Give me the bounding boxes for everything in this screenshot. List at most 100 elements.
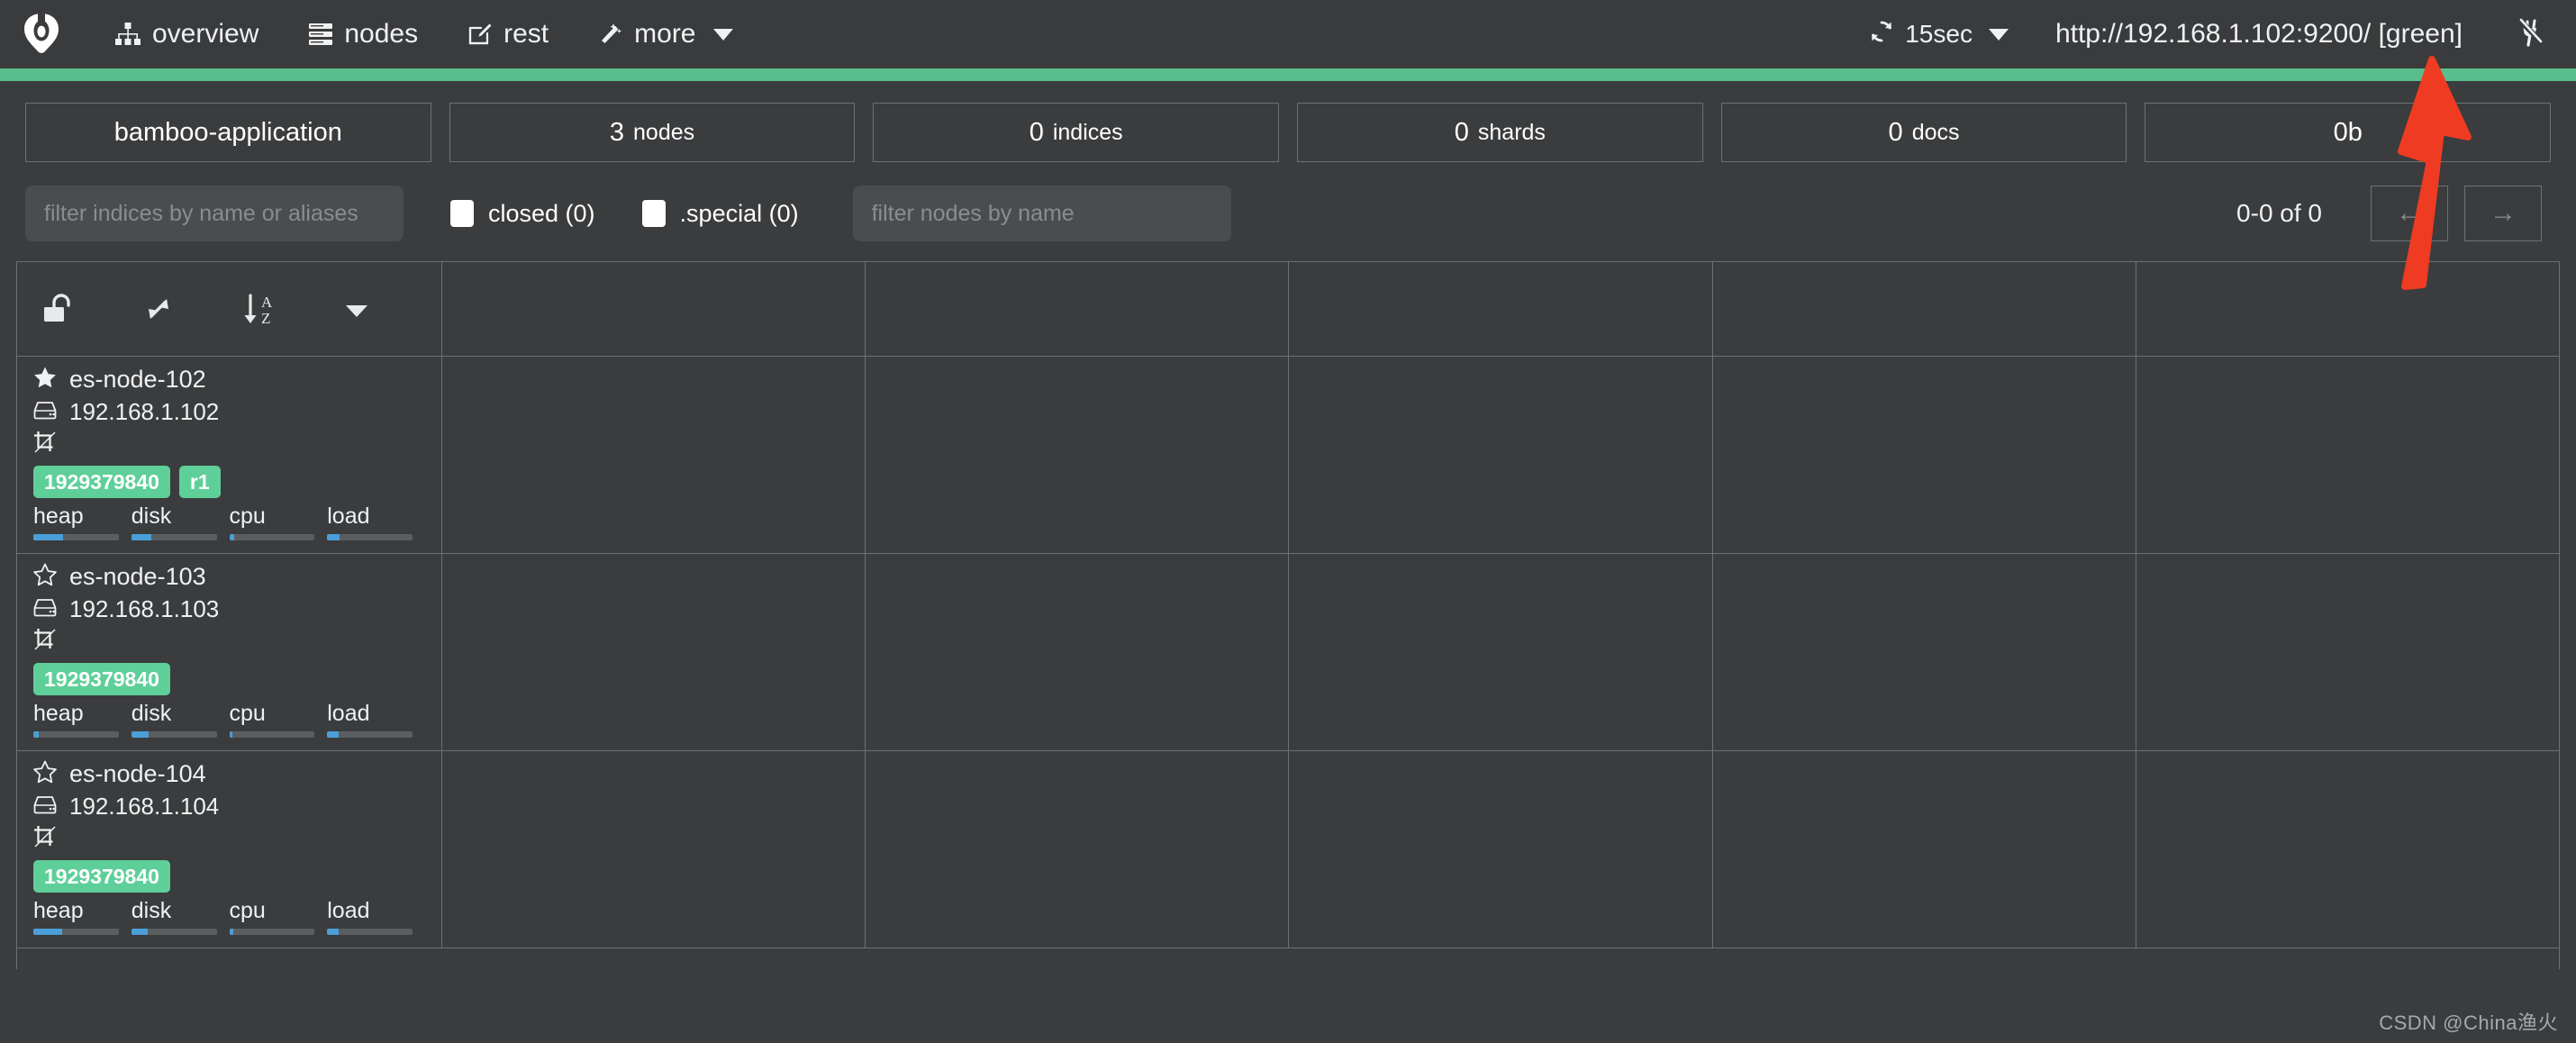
node-metric-label: load: [327, 503, 370, 530]
checkbox-closed-box[interactable]: [450, 200, 474, 227]
node-card[interactable]: es-node-102 192.168.1.102 1929379840 r1 heap…: [17, 357, 441, 541]
table-header-cell: [442, 262, 866, 356]
table-header-row: A Z: [17, 262, 2559, 357]
node-metric: cpu: [229, 503, 328, 541]
node-role-line: [33, 628, 425, 656]
stat-value: 0: [1029, 117, 1044, 147]
stat-value: bamboo-application: [113, 117, 342, 147]
table-header-cell: [1289, 262, 1713, 356]
table-header-cell: [866, 262, 1290, 356]
disconnect-button[interactable]: [2493, 10, 2553, 59]
node-metric: disk: [131, 701, 230, 739]
cluster-table: A Z es-node-102 192.168.1.102 1929379840…: [16, 261, 2560, 969]
filter-nodes-wrap: [852, 186, 1231, 241]
node-badge: 1929379840: [33, 663, 170, 696]
stat-unit: docs: [1911, 119, 1960, 145]
node-empty-cell: [442, 554, 866, 750]
hdd-icon: [33, 597, 57, 621]
node-metric-bar: [327, 929, 413, 936]
node-name: es-node-103: [69, 563, 206, 590]
node-empty-cell: [2136, 554, 2559, 750]
node-metric-bar: [327, 534, 413, 541]
node-badges: 1929379840 r1: [33, 466, 425, 499]
node-metric-bar: [229, 731, 315, 739]
checkbox-special-box[interactable]: [641, 200, 666, 227]
node-badges: 1929379840: [33, 860, 425, 893]
node-metric-bar: [131, 731, 217, 739]
node-name-line: es-node-102: [33, 366, 425, 394]
node-metric-label: disk: [131, 503, 172, 530]
table-row: es-node-104 192.168.1.104 1929379840 heap di…: [17, 751, 2559, 948]
node-card[interactable]: es-node-103 192.168.1.103 1929379840 heap di…: [17, 554, 441, 739]
node-name: es-node-102: [69, 366, 206, 393]
stat-card-indices: 0 indices: [873, 103, 1280, 162]
node-name-line: es-node-104: [33, 760, 425, 788]
node-metric-label: disk: [131, 701, 172, 727]
stat-card-cluster-name: bamboo-application: [25, 103, 431, 162]
node-metrics: heap disk cpu load: [33, 503, 425, 541]
nav-item-nodes[interactable]: nodes: [284, 10, 443, 59]
nav-item-rest[interactable]: rest: [443, 10, 574, 59]
edit-square-icon: [468, 23, 492, 46]
filter-nodes-input[interactable]: [852, 186, 1231, 241]
nav-label-rest: rest: [503, 19, 549, 49]
node-empty-cell: [1289, 357, 1713, 553]
node-card[interactable]: es-node-104 192.168.1.104 1929379840 heap di…: [17, 751, 441, 936]
node-ip: 192.168.1.102: [69, 398, 220, 425]
svg-text:Z: Z: [261, 310, 270, 327]
caret-down-icon[interactable]: [341, 294, 441, 324]
node-empty-cell: [866, 751, 1290, 948]
plug-icon: [2517, 17, 2547, 52]
node-metric-label: heap: [33, 898, 84, 924]
unlock-icon[interactable]: [41, 291, 141, 327]
node-card-cell: es-node-102 192.168.1.102 1929379840 r1 heap…: [17, 357, 442, 553]
node-metric: disk: [131, 898, 230, 936]
star-filled-icon[interactable]: [33, 366, 57, 394]
node-empty-cell: [442, 357, 866, 553]
nav-label-nodes: nodes: [344, 19, 419, 49]
refresh-interval-selector[interactable]: 15sec: [1853, 12, 2025, 58]
table-header-cell: [2136, 262, 2559, 356]
node-metric-bar: [131, 534, 217, 541]
nav-label-more: more: [634, 19, 696, 49]
node-empty-cell: [2136, 751, 2559, 948]
stat-card-docs: 0 docs: [1720, 103, 2127, 162]
stat-card-shards: 0 shards: [1297, 103, 1703, 162]
stat-unit: nodes: [633, 119, 695, 145]
checkbox-special[interactable]: .special (0): [641, 200, 799, 228]
pagination-prev-button[interactable]: ←: [2371, 186, 2448, 241]
server-icon: [309, 23, 333, 46]
hdd-icon: [33, 400, 57, 424]
cluster-stats-row: bamboo-application 3 nodes 0 indices 0 s…: [0, 81, 2576, 162]
node-metric: load: [327, 898, 425, 936]
filter-indices-input[interactable]: [25, 186, 404, 241]
node-metric: disk: [131, 503, 230, 541]
node-card-cell: es-node-103 192.168.1.103 1929379840 heap di…: [17, 554, 442, 750]
cerebro-logo-icon[interactable]: [16, 9, 67, 59]
chevron-down-icon: [1988, 28, 2009, 41]
table-row: es-node-103 192.168.1.103 1929379840 heap di…: [17, 554, 2559, 751]
expand-arrows-icon[interactable]: [141, 291, 240, 327]
pagination: 0-0 of 0 ← →: [2236, 186, 2551, 241]
nav-item-overview[interactable]: overview: [90, 10, 284, 59]
node-metric-bar: [327, 731, 413, 739]
cluster-health-bar: [0, 68, 2576, 81]
sort-alpha-down-icon[interactable]: A Z: [241, 291, 341, 327]
node-metric-bar: [229, 534, 315, 541]
star-outline-icon[interactable]: [33, 563, 57, 591]
node-badge: 1929379840: [33, 860, 170, 893]
hdd-icon: [33, 794, 57, 819]
table-toolbar: A Z: [17, 262, 441, 356]
checkbox-closed[interactable]: closed (0): [450, 200, 595, 228]
node-metric-label: cpu: [229, 701, 266, 727]
crop-slash-icon: [33, 628, 57, 656]
cluster-url-status[interactable]: http://192.168.1.102:9200/ [green]: [2025, 12, 2493, 57]
stat-value: 0: [1454, 117, 1469, 147]
crop-slash-icon: [33, 825, 57, 853]
table-row: es-node-102 192.168.1.102 1929379840 r1 heap…: [17, 357, 2559, 554]
pagination-next-button[interactable]: →: [2464, 186, 2542, 241]
nav-item-more[interactable]: more: [574, 10, 757, 59]
star-outline-icon[interactable]: [33, 760, 57, 788]
stat-value: 0: [1888, 117, 1903, 147]
stat-card-store-size: 0b: [2145, 103, 2552, 162]
